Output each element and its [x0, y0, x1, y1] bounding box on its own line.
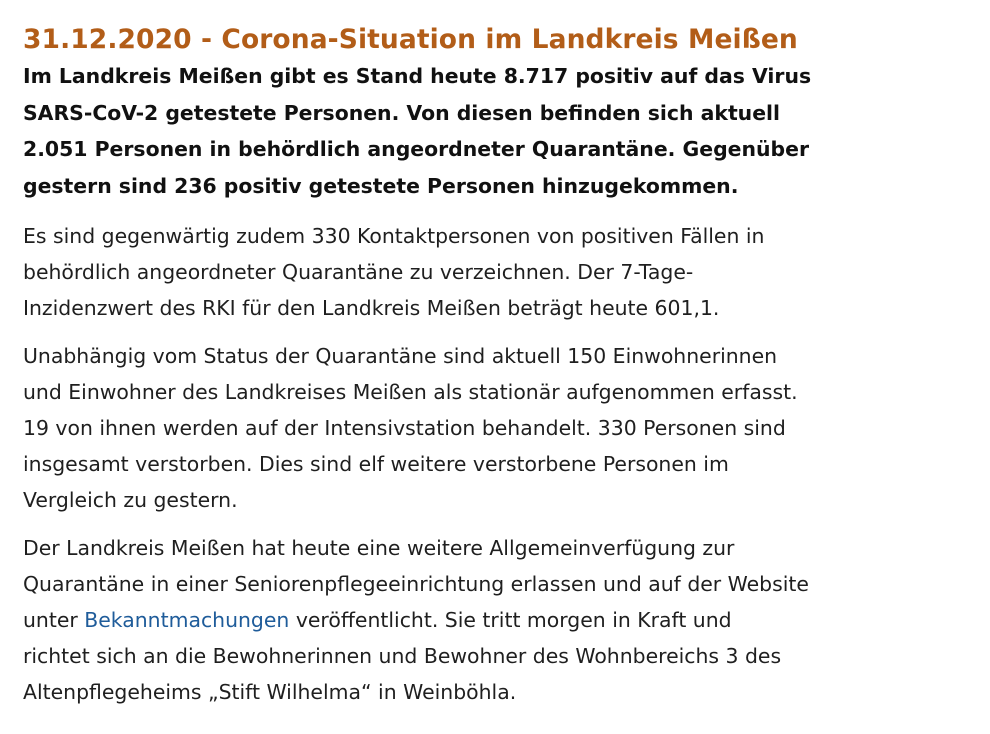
- text-before-link: unter: [23, 608, 85, 632]
- lead-line: SARS-CoV-2 getestete Personen. Von diese…: [23, 100, 781, 125]
- article-lead: Im Landkreis Meißen gibt es Stand heute …: [23, 58, 966, 204]
- news-article: 31.12.2020 - Corona-Situation im Landkre…: [0, 0, 990, 710]
- paragraph-line: Altenpflegeheims „Stift Wilhelma“ in Wei…: [23, 680, 517, 704]
- paragraph-hospital-deaths: Unabhängig vom Status der Quarantäne sin…: [23, 338, 966, 518]
- paragraph-line: Vergleich zu gestern.: [23, 488, 238, 512]
- article-headline: 31.12.2020 - Corona-Situation im Landkre…: [23, 24, 798, 55]
- lead-line: 2.051 Personen in behördlich angeordnete…: [23, 137, 810, 161]
- lead-line: Im Landkreis Meißen gibt es Stand heute …: [23, 64, 812, 88]
- paragraph-line: insgesamt verstorben. Dies sind elf weit…: [23, 452, 729, 476]
- text-after-link: veröffentlicht. Sie tritt morgen in Kraf…: [289, 608, 732, 632]
- paragraph-line: Inzidenzwert des RKI für den Landkreis M…: [23, 296, 720, 320]
- paragraph-line: Quarantäne in einer Seniorenpflegeeinric…: [23, 572, 809, 596]
- bekanntmachungen-link[interactable]: Bekanntmachungen: [84, 608, 289, 632]
- lead-line: gestern sind 236 positiv getestete Perso…: [23, 173, 739, 198]
- paragraph-line: und Einwohner des Landkreises Meißen als…: [23, 380, 798, 404]
- paragraph-line-with-link: unter Bekanntmachungen veröffentlicht. S…: [23, 602, 966, 638]
- paragraph-line: Unabhängig vom Status der Quarantäne sin…: [23, 344, 778, 368]
- paragraph-line: Der Landkreis Meißen hat heute eine weit…: [23, 536, 735, 560]
- paragraph-line: richtet sich an die Bewohnerinnen und Be…: [23, 644, 782, 668]
- paragraph-line: 19 von ihnen werden auf der Intensivstat…: [23, 416, 786, 440]
- paragraph-line: Es sind gegenwärtig zudem 330 Kontaktper…: [23, 224, 765, 248]
- paragraph-line: behördlich angeordneter Quarantäne zu ve…: [23, 260, 694, 284]
- paragraph-contacts-incidence: Es sind gegenwärtig zudem 330 Kontaktper…: [23, 218, 966, 326]
- paragraph-general-decree: Der Landkreis Meißen hat heute eine weit…: [23, 530, 966, 710]
